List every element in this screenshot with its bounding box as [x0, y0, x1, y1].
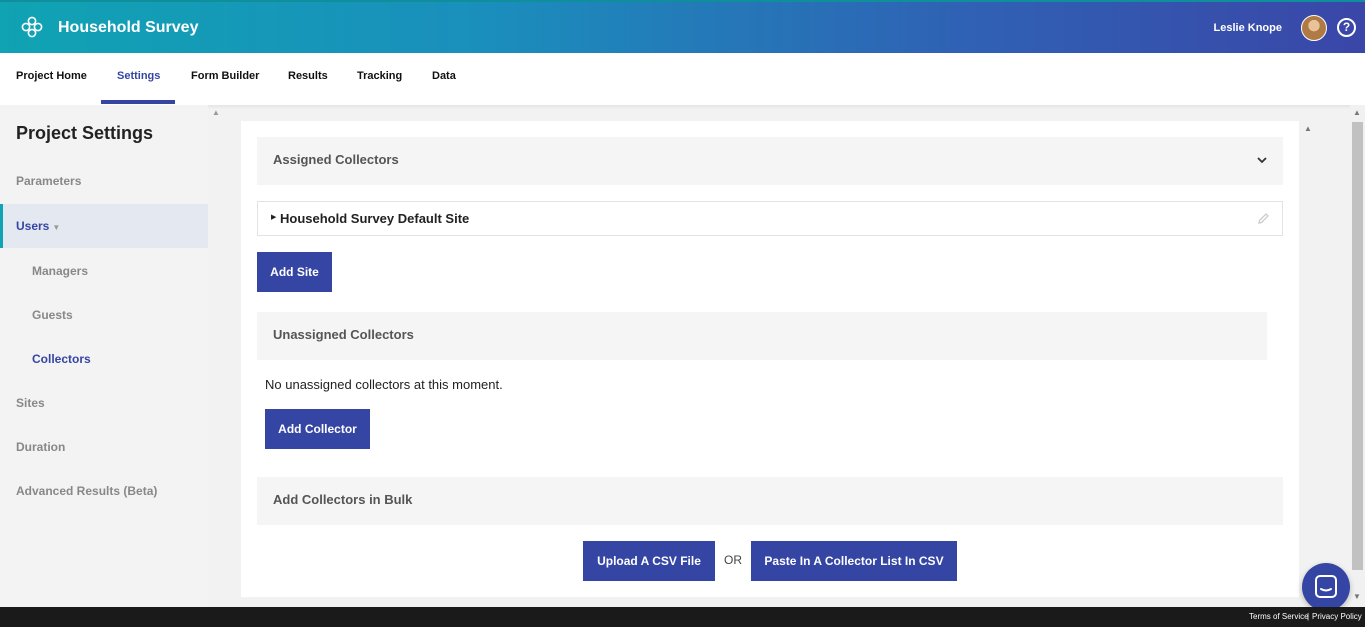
top-bar: Household Survey Leslie Knope ? [0, 0, 1365, 53]
sidebar-item-advanced-results[interactable]: Advanced Results (Beta) [0, 469, 208, 513]
bulk-add-header: Add Collectors in Bulk [257, 477, 1283, 525]
upload-csv-button[interactable]: Upload A CSV File [583, 541, 715, 581]
add-collector-button[interactable]: Add Collector [265, 409, 370, 449]
site-name: Household Survey Default Site [280, 211, 470, 226]
pencil-icon[interactable] [1257, 212, 1270, 225]
sidebar-item-collectors[interactable]: Collectors [0, 337, 208, 381]
app-title[interactable]: Household Survey [58, 19, 198, 37]
scrollbar-thumb[interactable] [1352, 122, 1363, 570]
footer-separator: | [1307, 612, 1310, 621]
section-title: Assigned Collectors [273, 152, 399, 167]
privacy-link[interactable]: Privacy Policy [1312, 612, 1362, 621]
help-icon[interactable]: ? [1337, 18, 1356, 37]
user-name[interactable]: Leslie Knope [1214, 22, 1282, 34]
paste-csv-button[interactable]: Paste In A Collector List In CSV [751, 541, 957, 581]
tab-project-home[interactable]: Project Home [16, 53, 87, 105]
scroll-up-arrow-icon[interactable]: ▲ [1353, 108, 1361, 117]
or-separator: OR [724, 553, 742, 567]
tab-settings[interactable]: Settings [117, 53, 160, 105]
app-logo-icon[interactable] [21, 16, 43, 38]
tab-results[interactable]: Results [288, 53, 328, 105]
unassigned-collectors-header: Unassigned Collectors [257, 312, 1267, 360]
tab-form-builder[interactable]: Form Builder [191, 53, 259, 105]
settings-sidebar: Project Settings Parameters Users ▼ Manag… [0, 105, 208, 607]
caret-down-icon: ▼ [52, 223, 61, 232]
empty-message: No unassigned collectors at this moment. [265, 377, 503, 392]
sidebar-item-guests[interactable]: Guests [0, 293, 208, 337]
chat-launcher-button[interactable] [1302, 563, 1350, 611]
tab-data[interactable]: Data [432, 53, 456, 105]
tab-tracking[interactable]: Tracking [357, 53, 402, 105]
active-tab-indicator [101, 100, 175, 104]
assigned-collectors-header[interactable]: Assigned Collectors [257, 137, 1283, 185]
sidebar-item-managers[interactable]: Managers [0, 249, 208, 293]
site-row[interactable]: ▶ Household Survey Default Site [257, 201, 1283, 236]
sidebar-item-sites[interactable]: Sites [0, 381, 208, 425]
sidebar-item-parameters[interactable]: Parameters [0, 159, 208, 203]
scroll-down-arrow-icon[interactable]: ▼ [1353, 592, 1361, 601]
terms-link[interactable]: Terms of Service [1249, 612, 1309, 621]
sidebar-item-duration[interactable]: Duration [0, 425, 208, 469]
sidebar-item-label: Users [16, 219, 50, 233]
caret-right-icon[interactable]: ▶ [271, 213, 276, 221]
avatar[interactable] [1301, 15, 1327, 41]
inner-scroll-up-icon[interactable]: ▲ [1304, 124, 1312, 133]
chat-icon [1315, 575, 1337, 598]
chevron-down-icon[interactable] [1257, 155, 1267, 165]
sidebar-title: Project Settings [16, 123, 154, 143]
scroll-up-arrow-icon[interactable]: ▲ [212, 108, 220, 117]
footer: Terms of Service | Privacy Policy [0, 607, 1365, 627]
project-nav: Project Home Settings Form Builder Resul… [0, 53, 1365, 105]
sidebar-item-users[interactable]: Users ▼ [0, 204, 208, 248]
add-site-button[interactable]: Add Site [257, 252, 332, 292]
